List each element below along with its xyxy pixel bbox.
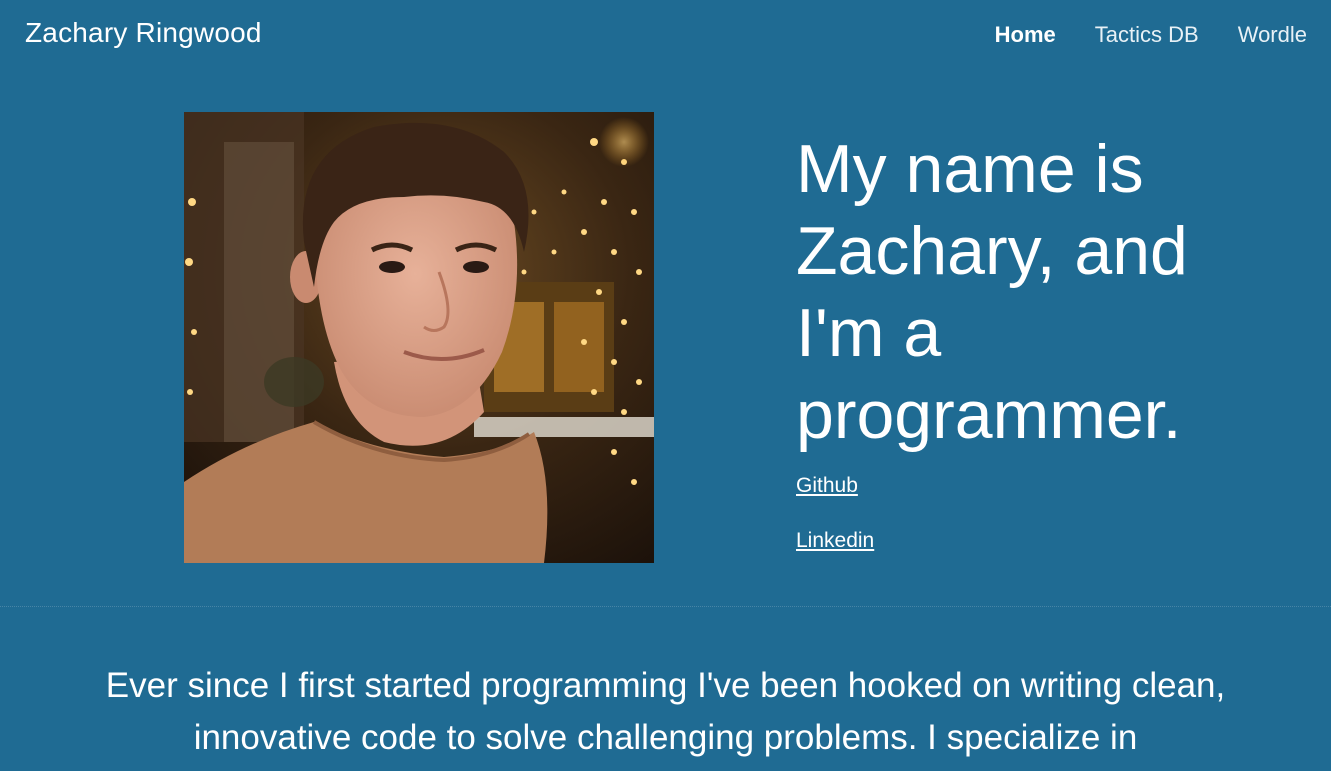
page: Zachary Ringwood Home Tactics DB Wordle: [0, 0, 1331, 771]
brand-link[interactable]: Zachary Ringwood: [25, 17, 262, 49]
linkedin-link[interactable]: Linkedin: [796, 529, 874, 553]
navbar: Zachary Ringwood Home Tactics DB Wordle: [0, 0, 1331, 72]
hero-headline: My name is Zachary, and I'm a programmer…: [796, 131, 1188, 453]
intro-paragraph: Ever since I first started programming I…: [105, 666, 1226, 757]
nav-wordle[interactable]: Wordle: [1238, 22, 1307, 48]
nav-tactics-db[interactable]: Tactics DB: [1095, 22, 1199, 48]
section-divider: [0, 606, 1331, 607]
main-nav: Home Tactics DB Wordle: [995, 22, 1307, 48]
github-link[interactable]: Github: [796, 474, 858, 498]
nav-home[interactable]: Home: [995, 22, 1056, 48]
profile-photo: [184, 112, 654, 563]
